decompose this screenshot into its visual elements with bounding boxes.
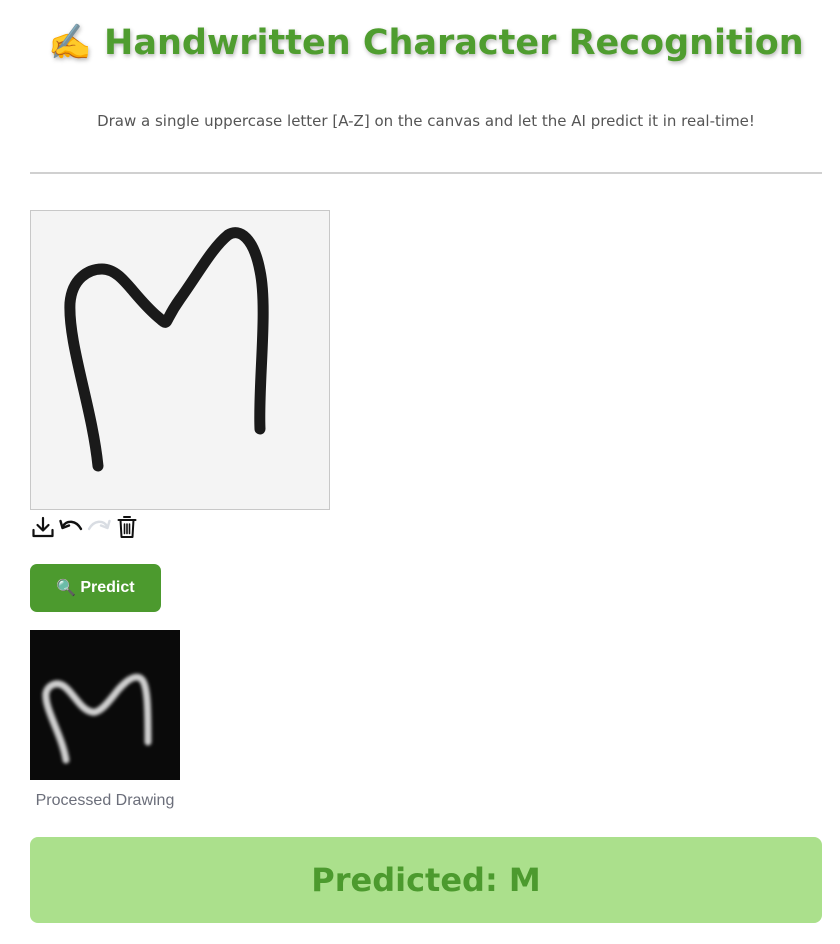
page-subtitle: Draw a single uppercase letter [A-Z] on … — [97, 112, 755, 130]
predict-button-label: Predict — [80, 579, 135, 596]
redo-icon[interactable] — [86, 514, 112, 540]
undo-icon[interactable] — [58, 514, 84, 540]
processed-drawing-caption: Processed Drawing — [35, 792, 175, 809]
writing-hand-icon: ✍️ — [48, 23, 92, 63]
prediction-result: Predicted: M — [30, 837, 822, 923]
download-icon[interactable] — [30, 514, 56, 540]
predict-button[interactable]: 🔍 Predict — [30, 564, 161, 612]
magnifier-icon: 🔍 — [56, 580, 77, 597]
title-text: Handwritten Character Recognition — [104, 23, 804, 63]
processed-drawing-image — [30, 630, 180, 780]
divider — [30, 172, 822, 174]
drawing-canvas[interactable] — [30, 210, 330, 510]
drawn-stroke-m — [64, 227, 269, 472]
canvas-toolbar — [30, 514, 140, 540]
page-title: ✍️ Handwritten Character Recognition — [0, 22, 840, 63]
trash-icon[interactable] — [114, 514, 140, 540]
